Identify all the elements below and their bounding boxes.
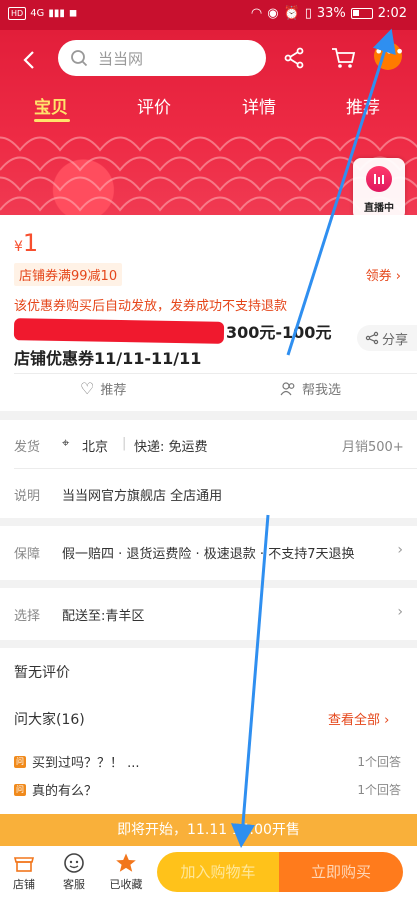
tab-details[interactable]: 详情	[242, 93, 276, 118]
qa-item[interactable]: 问 买到过吗？？！ ...	[14, 752, 140, 771]
product-title-line2: 店铺优惠券11/11-11/11	[14, 349, 202, 368]
clock: 2:02	[377, 6, 407, 21]
shipping-section: 发货 ⌖ 北京 | 快递: 免运费 月销500+ 说明 当当网官方旗舰店 全店通…	[0, 420, 417, 518]
alarm-icon: ⏰	[283, 6, 300, 21]
search-input[interactable]: 当当网	[58, 40, 266, 76]
redacted-title-part	[13, 318, 225, 344]
price: ¥1	[14, 229, 38, 257]
qa-item[interactable]: 问 真的有么？	[14, 780, 97, 799]
currency-symbol: ¥	[14, 239, 23, 255]
select-label: 选择	[14, 609, 41, 624]
eye-icon: ◉	[267, 6, 279, 21]
price-value: 1	[22, 229, 39, 257]
question-icon: 问	[14, 755, 26, 768]
chevron-right-icon: ›	[397, 604, 403, 620]
hd-badge: HD	[8, 7, 27, 20]
buy-now-button[interactable]: 立即购买	[279, 852, 403, 892]
share-small-icon	[365, 331, 379, 345]
product-header: 当当网 ••• 宝贝 评价 详情 推荐 直播中	[0, 30, 417, 215]
reviews-section: 暂无评价 问大家(16) 查看全部 › 问 买到过吗？？！ ... 1个回答 问…	[0, 648, 417, 814]
qa-answer-count: 1个回答	[357, 783, 401, 797]
qa-title: 问大家(16)	[14, 712, 85, 728]
description-text: 当当网官方旗舰店 全店通用	[62, 489, 223, 504]
battery-icon	[350, 8, 373, 19]
search-placeholder: 当当网	[98, 49, 144, 68]
recommend-row: ♡ 推荐 帮我选	[0, 373, 417, 407]
qa-answer-count: 1个回答	[357, 755, 401, 769]
shop-icon	[13, 857, 35, 872]
live-icon	[366, 166, 392, 192]
shipping-label: 发货	[14, 440, 41, 455]
help-choose-button[interactable]: 帮我选	[280, 379, 341, 398]
shop-button[interactable]: 店铺	[4, 852, 44, 892]
no-reviews: 暂无评价	[14, 665, 70, 681]
vibrate-icon: ▯	[304, 6, 312, 21]
select-text: 配送至:青羊区	[62, 609, 145, 624]
guarantee-text: 假一赔四 · 退货运费险 · 极速退款 · 不支持7天退换	[62, 547, 355, 562]
monthly-sales: 月销500+	[342, 440, 404, 455]
location-pin-icon: ⌖	[62, 436, 70, 451]
share-label: 分享	[382, 332, 409, 348]
search-icon	[71, 50, 88, 67]
share-icon[interactable]	[282, 46, 306, 70]
tab-recommend[interactable]: 推荐	[346, 93, 380, 118]
qa-question: 真的有么？	[32, 784, 98, 799]
tab-reviews[interactable]: 评价	[137, 93, 171, 118]
active-tab-indicator	[34, 119, 70, 122]
headset-icon: ◠	[250, 6, 263, 21]
ship-from: 北京	[82, 440, 109, 455]
guarantee-label: 保障	[14, 547, 41, 562]
bottom-action-bar: 店铺 客服 已收藏 加入购物车 立即购买	[0, 846, 417, 898]
customer-service-button[interactable]: 客服	[54, 852, 94, 892]
heart-icon: ♡	[80, 379, 95, 398]
add-to-cart-button[interactable]: 加入购物车	[157, 852, 279, 892]
tab-product[interactable]: 宝贝	[34, 93, 68, 118]
live-label: 直播中	[364, 203, 394, 214]
price-card: ¥1 店铺券满99减10 领券 › 该优惠券购买后自动发放，发券成功不支持退款 …	[0, 215, 417, 411]
sale-start-notice: 即将开始，11.11 14:00开售	[0, 814, 417, 846]
question-icon: 问	[14, 783, 26, 796]
view-all-link[interactable]: 查看全部 ›	[328, 709, 389, 728]
more-menu-button[interactable]: •••	[374, 42, 404, 70]
app-notification-icon: ◼	[68, 8, 78, 19]
qa-question: 买到过吗？？！ ...	[32, 756, 140, 771]
chevron-right-icon: ›	[397, 542, 403, 558]
back-icon[interactable]	[18, 48, 42, 72]
signal-icon: ▮▮▮	[48, 8, 65, 19]
cart-icon[interactable]	[330, 46, 356, 70]
product-title-line1: 300元-100元	[226, 323, 332, 342]
star-icon	[116, 853, 136, 872]
description-label: 说明	[14, 489, 41, 504]
coupon-note: 该优惠券购买后自动发放，发券成功不支持退款	[14, 299, 288, 314]
recommend-button[interactable]: ♡ 推荐	[80, 379, 126, 398]
network-type: 4G	[30, 8, 45, 19]
people-icon	[280, 381, 295, 395]
status-bar: HD 4G ▮▮▮ ◼ ◠ ◉ ⏰ ▯ 33% 2:02	[0, 0, 417, 30]
express-info: 快递: 免运费	[134, 440, 208, 455]
separator: |	[122, 436, 127, 451]
chat-face-icon	[64, 853, 84, 873]
product-tabs: 宝贝 评价 详情 推荐	[0, 93, 417, 123]
live-stream-button[interactable]: 直播中	[353, 158, 405, 215]
battery-percent: 33%	[316, 6, 346, 21]
select-row[interactable]: 选择 配送至:青羊区 ›	[0, 588, 417, 640]
share-button[interactable]: 分享	[357, 325, 417, 351]
favorite-button[interactable]: 已收藏	[106, 852, 146, 892]
guarantee-row[interactable]: 保障 假一赔四 · 退货运费险 · 极速退款 · 不支持7天退换 ›	[0, 526, 417, 580]
get-coupon-link[interactable]: 领券 ›	[366, 265, 401, 284]
coupon-tag[interactable]: 店铺券满99减10	[14, 263, 123, 286]
